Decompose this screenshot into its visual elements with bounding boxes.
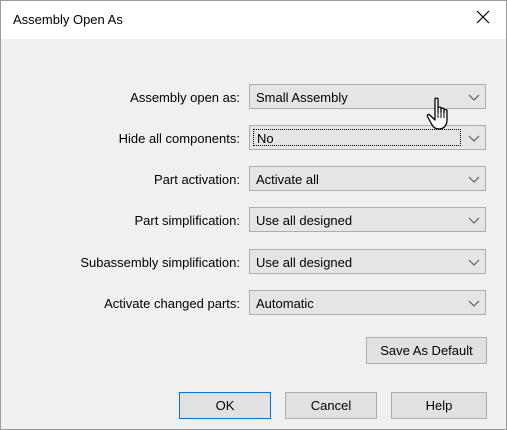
assembly-open-as-label: Assembly open as:: [130, 90, 240, 105]
hide-all-components-label: Hide all components:: [118, 131, 240, 146]
chevron-down-icon: [468, 300, 480, 307]
activate-changed-parts-label: Activate changed parts:: [104, 296, 240, 311]
part-simplification-label: Part simplification:: [134, 213, 240, 228]
subassembly-simplification-label: Subassembly simplification:: [80, 255, 240, 270]
field-row-subassembly-simplification: Subassembly simplification: Use all desi…: [1, 249, 506, 276]
dialog-title: Assembly Open As: [13, 12, 123, 27]
subassembly-simplification-value: Use all designed: [256, 255, 353, 270]
assembly-open-as-value: Small Assembly: [256, 90, 348, 105]
part-activation-label: Part activation:: [154, 172, 240, 187]
close-icon: [476, 10, 490, 24]
cancel-button[interactable]: Cancel: [285, 392, 377, 419]
hide-all-components-value: No: [257, 131, 274, 146]
chevron-down-icon: [468, 217, 480, 224]
chevron-down-icon: [468, 135, 480, 142]
hand-pointer-icon: [426, 97, 448, 130]
part-simplification-select[interactable]: Use all designed: [249, 207, 486, 232]
save-as-default-button[interactable]: Save As Default: [366, 337, 487, 364]
field-row-activate-changed-parts: Activate changed parts: Automatic: [1, 290, 506, 317]
field-row-part-activation: Part activation: Activate all: [1, 166, 506, 193]
part-simplification-value: Use all designed: [256, 213, 353, 228]
help-button[interactable]: Help: [391, 392, 487, 419]
part-activation-value: Activate all: [256, 172, 319, 187]
part-activation-select[interactable]: Activate all: [249, 166, 486, 191]
chevron-down-icon: [468, 94, 480, 101]
activate-changed-parts-select[interactable]: Automatic: [249, 290, 486, 315]
title-bar: Assembly Open As: [1, 1, 506, 39]
activate-changed-parts-value: Automatic: [256, 296, 314, 311]
close-button[interactable]: [460, 1, 506, 33]
ok-button[interactable]: OK: [179, 392, 271, 419]
chevron-down-icon: [468, 259, 480, 266]
assembly-open-as-dialog: Assembly Open As Assembly open as: Small…: [0, 0, 507, 430]
field-row-part-simplification: Part simplification: Use all designed: [1, 207, 506, 234]
chevron-down-icon: [468, 176, 480, 183]
subassembly-simplification-select[interactable]: Use all designed: [249, 249, 486, 274]
